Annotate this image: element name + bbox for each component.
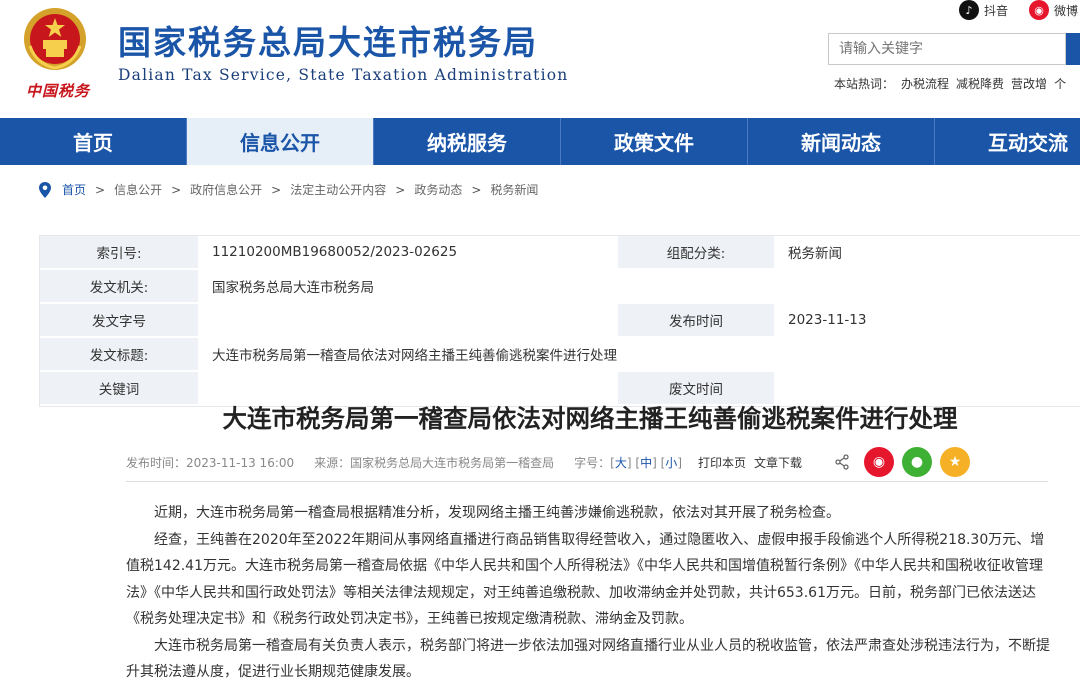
douyin-label: 抖音	[984, 3, 1009, 18]
breadcrumb-gov-info[interactable]: 政府信息公开	[190, 181, 262, 198]
document-meta-table: 索引号: 11210200MB19680052/2023-02625 组配分类:…	[39, 235, 1080, 407]
nav-info-disclosure[interactable]: 信息公开	[187, 118, 374, 165]
font-size-label: 字号：	[574, 455, 611, 470]
table-row: 索引号: 11210200MB19680052/2023-02625 组配分类:…	[40, 236, 1080, 270]
hot-word-link[interactable]: 办税流程	[901, 75, 949, 92]
font-size-controls: 字号：[大] [中] [小]	[574, 455, 682, 470]
favorite-star-icon[interactable]: ★	[940, 447, 971, 477]
doc-number-value	[198, 303, 618, 338]
wechat-share-icon[interactable]: ●	[902, 447, 933, 477]
share-icon[interactable]	[834, 454, 850, 470]
article-paragraph: 经查，王纯善在2020年至2022年期间从事网络直播进行商品销售取得经营收入，通…	[126, 531, 1045, 628]
download-button[interactable]: 文章下载	[754, 454, 802, 471]
breadcrumb-home[interactable]: 首页	[62, 181, 86, 198]
publish-time-label: 发布时间	[618, 303, 774, 338]
site-title: 国家税务总局大连市税务局	[118, 23, 538, 62]
article-paragraph: 近期，大连市税务局第一稽查局根据精准分析，发现网络主播王纯善涉嫌偷逃税款，依法对…	[154, 505, 840, 521]
breadcrumb-separator: >	[95, 182, 106, 197]
article-meta-bar: 发布时间：2023-11-13 16:00 来源：国家税务总局大连市税务局第一稽…	[126, 447, 971, 477]
print-button[interactable]: 打印本页	[698, 454, 746, 471]
font-large-button[interactable]: 大	[615, 456, 627, 470]
issuer-value: 国家税务总局大连市税务局	[198, 269, 1080, 304]
divider	[126, 481, 1048, 482]
font-medium-button[interactable]: 中	[640, 456, 652, 470]
nav-interaction[interactable]: 互动交流	[935, 118, 1080, 165]
china-tax-logo-text: 中国税务	[26, 82, 91, 100]
breadcrumb-statutory-content[interactable]: 法定主动公开内容	[290, 181, 386, 198]
breadcrumb: 首页 > 信息公开 > 政府信息公开 > 法定主动公开内容 > 政务动态 > 税…	[38, 181, 538, 198]
doc-number-label: 发文字号	[40, 303, 198, 338]
hot-words-label: 本站热词：	[834, 77, 895, 91]
nav-news[interactable]: 新闻动态	[748, 118, 935, 165]
table-row: 发文机关: 国家税务总局大连市税务局	[40, 269, 1080, 304]
breadcrumb-separator: >	[395, 182, 406, 197]
breadcrumb-separator: >	[171, 182, 182, 197]
article-paragraph: 大连市税务局第一稽查局有关负责人表示，税务部门将进一步依法加强对网络直播行业从业…	[126, 637, 1050, 681]
nav-tax-service[interactable]: 纳税服务	[374, 118, 561, 165]
breadcrumb-separator: >	[471, 182, 482, 197]
weibo-label: 微博	[1054, 3, 1079, 18]
breadcrumb-tax-news[interactable]: 税务新闻	[490, 181, 538, 198]
national-emblem-logo	[22, 6, 88, 72]
doc-title-label: 发文标题:	[40, 337, 198, 372]
douyin-link[interactable]: ♪ 抖音	[959, 0, 1008, 20]
publish-time-value: 2023-11-13	[774, 303, 1080, 338]
nav-policy-documents[interactable]: 政策文件	[561, 118, 748, 165]
table-row: 发文字号 发布时间 2023-11-13	[40, 303, 1080, 338]
index-label: 索引号:	[40, 236, 198, 270]
article-title: 大连市税务局第一稽查局依法对网络主播王纯善偷逃税案件进行处理	[222, 404, 958, 433]
hot-word-link[interactable]: 营改增	[1011, 75, 1047, 92]
weibo-share-icon[interactable]: ◉	[864, 447, 895, 477]
breadcrumb-government-affairs[interactable]: 政务动态	[414, 181, 462, 198]
search-button[interactable]	[1066, 33, 1080, 65]
weibo-link[interactable]: ◉ 微博	[1029, 0, 1078, 20]
category-value: 税务新闻	[774, 236, 1080, 270]
article-source: 来源：国家税务总局大连市税务局第一稽查局	[314, 455, 555, 470]
table-row: 发文标题: 大连市税务局第一稽查局依法对网络主播王纯善偷逃税案件进行处理	[40, 337, 1080, 372]
breadcrumb-info-disclosure[interactable]: 信息公开	[114, 181, 162, 198]
issuer-label: 发文机关:	[40, 269, 198, 304]
search-input[interactable]	[828, 33, 1066, 65]
site-subtitle: Dalian Tax Service, State Taxation Admin…	[118, 66, 569, 84]
nav-home[interactable]: 首页	[0, 118, 187, 165]
font-small-button[interactable]: 小	[665, 456, 677, 470]
hot-word-link[interactable]: 减税降费	[956, 75, 1004, 92]
doc-title-value: 大连市税务局第一稽查局依法对网络主播王纯善偷逃税案件进行处理	[198, 337, 1080, 372]
hot-word-link[interactable]: 个	[1054, 75, 1066, 92]
breadcrumb-separator: >	[271, 182, 282, 197]
douyin-icon: ♪	[959, 0, 979, 20]
article-body: 近期，大连市税务局第一稽查局根据精准分析，发现网络主播王纯善涉嫌偷逃税款，依法对…	[126, 500, 1052, 686]
main-nav: 首页 信息公开 纳税服务 政策文件 新闻动态 互动交流	[0, 118, 1080, 165]
article-publish-time: 发布时间：2023-11-13 16:00	[126, 455, 295, 470]
location-pin-icon	[39, 181, 51, 198]
hot-words: 本站热词： 办税流程 减税降费 营改增 个	[834, 75, 1066, 92]
index-value: 11210200MB19680052/2023-02625	[198, 236, 618, 270]
category-label: 组配分类:	[618, 236, 774, 270]
weibo-icon: ◉	[1029, 0, 1049, 20]
